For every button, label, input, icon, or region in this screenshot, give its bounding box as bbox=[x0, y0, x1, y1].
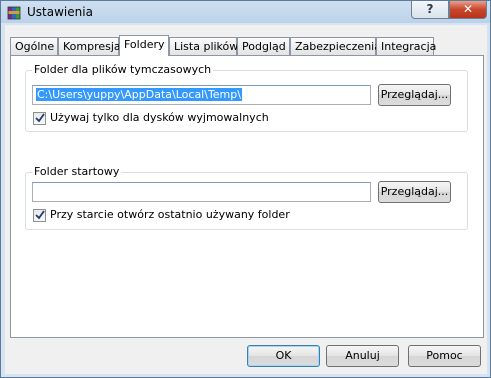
start-folder-group: Folder startowy Przeglądaj... Przy starc… bbox=[25, 165, 468, 230]
removable-only-label[interactable]: Używaj tylko dla dysków wyjmowalnych bbox=[50, 111, 269, 124]
tab-zabezpieczenia[interactable]: Zabezpieczenia bbox=[290, 37, 381, 55]
start-folder-input[interactable] bbox=[32, 182, 371, 202]
cancel-button[interactable]: Anuluj bbox=[326, 345, 399, 367]
checkmark-icon bbox=[35, 113, 45, 123]
settings-window: Ustawienia ? ✕ Ogólne Kompresja Foldery … bbox=[0, 0, 491, 378]
close-button[interactable]: ✕ bbox=[449, 1, 487, 19]
tab-integracja[interactable]: Integracja bbox=[376, 37, 436, 55]
temp-folder-path: C:\Users\yuppy\AppData\Local\Temp\ bbox=[36, 88, 242, 101]
checkmark-icon bbox=[35, 210, 45, 220]
temp-folder-group-label: Folder dla plików tymczasowych bbox=[32, 63, 214, 76]
open-last-folder-checkbox[interactable] bbox=[33, 209, 46, 222]
tab-kompresja[interactable]: Kompresja bbox=[58, 37, 121, 55]
tab-lista-plikow[interactable]: Lista plików bbox=[169, 37, 238, 55]
removable-only-checkbox[interactable] bbox=[33, 112, 46, 125]
foldery-panel: Folder dla plików tymczasowych C:\Users\… bbox=[10, 55, 484, 338]
start-folder-browse-button[interactable]: Przeglądaj... bbox=[378, 181, 451, 203]
title-bar[interactable]: Ustawienia ? ✕ bbox=[1, 1, 491, 25]
temp-folder-browse-button[interactable]: Przeglądaj... bbox=[378, 84, 451, 106]
start-folder-group-label: Folder startowy bbox=[32, 165, 122, 178]
tab-ogolne[interactable]: Ogólne bbox=[10, 37, 58, 55]
temp-folder-input[interactable]: C:\Users\yuppy\AppData\Local\Temp\ bbox=[32, 85, 371, 105]
open-last-folder-label[interactable]: Przy starcie otwórz ostatnio używany fol… bbox=[50, 208, 290, 221]
tab-podglad[interactable]: Podgląd bbox=[237, 37, 290, 55]
temp-folder-group: Folder dla plików tymczasowych C:\Users\… bbox=[25, 63, 468, 132]
help-caption-button[interactable]: ? bbox=[411, 1, 449, 19]
tab-foldery[interactable]: Foldery bbox=[119, 35, 169, 56]
window-title: Ustawienia bbox=[27, 5, 93, 19]
ok-button[interactable]: OK bbox=[247, 345, 320, 367]
question-icon: ? bbox=[426, 2, 434, 16]
close-icon: ✕ bbox=[462, 2, 474, 16]
dialog-body: Ogólne Kompresja Foldery Lista plików Po… bbox=[5, 25, 487, 374]
winrar-books-icon bbox=[7, 5, 23, 21]
help-button[interactable]: Pomoc bbox=[408, 345, 481, 367]
